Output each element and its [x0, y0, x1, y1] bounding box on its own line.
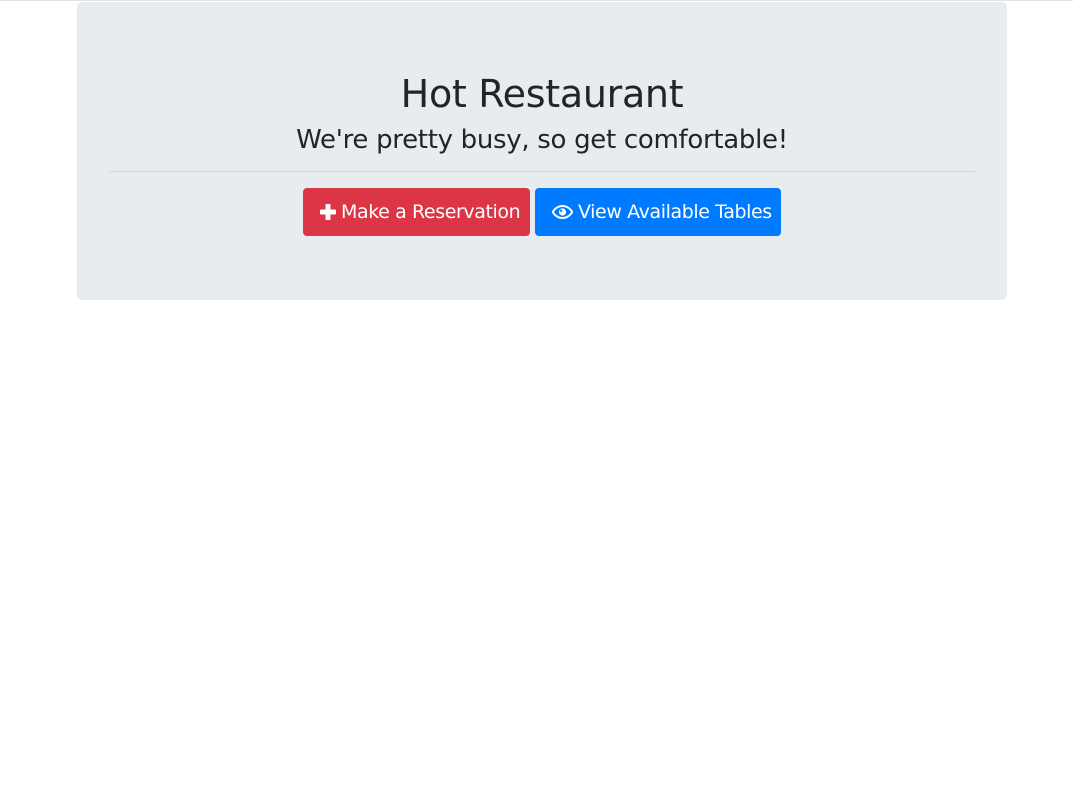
top-border — [0, 0, 1073, 1]
eye-icon — [552, 205, 573, 219]
page-subtitle: We're pretty busy, so get comfortable! — [296, 125, 788, 155]
view-tables-label: View Available Tables — [578, 201, 772, 223]
make-reservation-button[interactable]: Make a Reservation — [303, 188, 530, 236]
divider — [109, 171, 975, 172]
button-row: Make a Reservation View Available Tables — [77, 188, 1007, 236]
plus-icon — [320, 204, 336, 220]
page-title: Hot Restaurant — [400, 72, 684, 116]
view-tables-button[interactable]: View Available Tables — [535, 188, 781, 236]
make-reservation-label: Make a Reservation — [341, 201, 521, 223]
jumbotron: Hot Restaurant We're pretty busy, so get… — [77, 2, 1007, 300]
